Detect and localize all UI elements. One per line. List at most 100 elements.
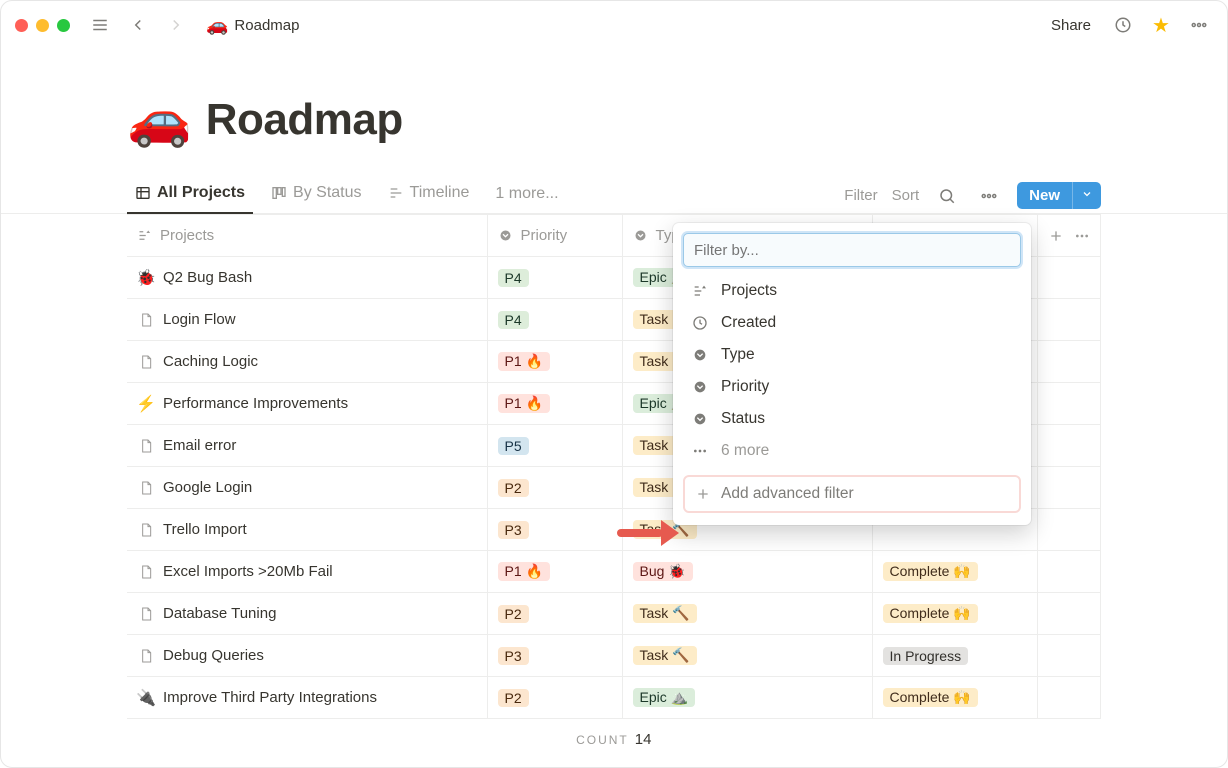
add-advanced-filter[interactable]: Add advanced filter (683, 475, 1021, 513)
column-projects[interactable]: Projects (127, 215, 487, 257)
minimize-window[interactable] (36, 19, 49, 32)
filter-option-priority[interactable]: Priority (683, 371, 1021, 403)
database-table: Projects Priority Type Status (1, 214, 1227, 761)
menu-icon[interactable] (86, 11, 114, 39)
more-views[interactable]: 1 more... (487, 179, 566, 213)
filter-option-label: Created (721, 314, 776, 332)
status-pill: In Progress (883, 647, 969, 665)
star-icon[interactable]: ★ (1147, 11, 1175, 39)
table-row[interactable]: Excel Imports >20Mb Fail P1 🔥 Bug 🐞 Comp… (127, 551, 1101, 593)
page-icon (137, 353, 155, 371)
sort-button[interactable]: Sort (892, 187, 920, 204)
page-icon (137, 605, 155, 623)
priority-pill: P2 (498, 689, 529, 707)
annotation-arrow (617, 520, 679, 546)
row-title: Trello Import (163, 521, 247, 538)
page-icon (137, 437, 155, 455)
page-title[interactable]: Roadmap (206, 95, 403, 145)
share-button[interactable]: Share (1043, 13, 1099, 38)
new-button-label: New (1017, 182, 1072, 209)
add-column[interactable] (1037, 215, 1101, 257)
priority-pill: P2 (498, 479, 529, 497)
clock-icon (691, 315, 709, 331)
priority-pill: P1 🔥 (498, 562, 550, 581)
type-pill: Task 🔨 (633, 646, 697, 665)
filter-more[interactable]: 6 more (683, 435, 1021, 467)
page-header: 🚗 Roadmap (1, 49, 1227, 160)
table-row[interactable]: Database Tuning P2 Task 🔨 Complete 🙌 (127, 593, 1101, 635)
priority-pill: P4 (498, 311, 529, 329)
status-pill: Complete 🙌 (883, 562, 978, 581)
row-title: Performance Improvements (163, 395, 348, 412)
maximize-window[interactable] (57, 19, 70, 32)
row-emoji-icon: ⚡ (137, 394, 155, 414)
filter-option-status[interactable]: Status (683, 403, 1021, 435)
row-title: Debug Queries (163, 647, 264, 664)
row-title: Database Tuning (163, 605, 276, 622)
priority-pill: P1 🔥 (498, 394, 550, 413)
filter-option-created[interactable]: Created (683, 307, 1021, 339)
page-icon (137, 563, 155, 581)
row-title: Caching Logic (163, 353, 258, 370)
row-emoji-icon: 🐞 (137, 268, 155, 288)
view-options-icon[interactable] (975, 182, 1003, 210)
filter-option-label: Projects (721, 282, 777, 300)
tab-label: All Projects (157, 184, 245, 202)
topbar: 🚗 Roadmap Share ★ (1, 1, 1227, 49)
select-icon (691, 411, 709, 427)
new-button[interactable]: New (1017, 182, 1101, 209)
tab-by-status[interactable]: By Status (263, 178, 369, 214)
text-icon (691, 283, 709, 299)
priority-pill: P1 🔥 (498, 352, 550, 371)
filter-option-projects[interactable]: Projects (683, 275, 1021, 307)
more-icon[interactable] (1185, 11, 1213, 39)
row-title: Q2 Bug Bash (163, 269, 252, 286)
row-title: Login Flow (163, 311, 236, 328)
filter-search-input[interactable] (683, 233, 1021, 267)
type-pill: Epic ⛰️ (633, 688, 696, 707)
type-pill: Task 🔨 (633, 604, 697, 623)
tab-timeline[interactable]: Timeline (380, 178, 478, 214)
status-pill: Complete 🙌 (883, 688, 978, 707)
column-priority[interactable]: Priority (487, 215, 622, 257)
status-pill: Complete 🙌 (883, 604, 978, 623)
forward-button[interactable] (162, 11, 190, 39)
filter-button[interactable]: Filter (844, 187, 877, 204)
filter-option-type[interactable]: Type (683, 339, 1021, 371)
filter-option-label: Status (721, 410, 765, 428)
select-icon (691, 347, 709, 363)
breadcrumb-icon: 🚗 (206, 15, 228, 36)
clock-icon[interactable] (1109, 11, 1137, 39)
row-title: Email error (163, 437, 236, 454)
priority-pill: P3 (498, 521, 529, 539)
filter-option-label: Type (721, 346, 755, 364)
page-icon[interactable]: 🚗 (127, 89, 192, 150)
window-controls (15, 19, 70, 32)
page-icon (137, 311, 155, 329)
row-title: Google Login (163, 479, 252, 496)
tab-label: By Status (293, 184, 361, 202)
search-icon[interactable] (933, 182, 961, 210)
row-count: COUNT14 (127, 719, 1101, 761)
select-icon (691, 379, 709, 395)
table-row[interactable]: 🔌Improve Third Party Integrations P2 Epi… (127, 677, 1101, 719)
back-button[interactable] (124, 11, 152, 39)
priority-pill: P2 (498, 605, 529, 623)
close-window[interactable] (15, 19, 28, 32)
new-dropdown[interactable] (1072, 182, 1101, 209)
table-row[interactable]: Debug Queries P3 Task 🔨 In Progress (127, 635, 1101, 677)
page-icon (137, 647, 155, 665)
priority-pill: P5 (498, 437, 529, 455)
priority-pill: P3 (498, 647, 529, 665)
tab-label: Timeline (410, 184, 470, 202)
page-icon (137, 479, 155, 497)
type-pill: Bug 🐞 (633, 562, 693, 581)
filter-option-label: Priority (721, 378, 769, 396)
row-emoji-icon: 🔌 (137, 688, 155, 708)
row-title: Excel Imports >20Mb Fail (163, 563, 333, 580)
view-tabs: All Projects By Status Timeline 1 more..… (1, 160, 1227, 214)
filter-popover: Projects Created Type Priority Status 6 more… (673, 223, 1031, 525)
priority-pill: P4 (498, 269, 529, 287)
breadcrumb[interactable]: 🚗 Roadmap (200, 13, 305, 38)
tab-all-projects[interactable]: All Projects (127, 178, 253, 214)
